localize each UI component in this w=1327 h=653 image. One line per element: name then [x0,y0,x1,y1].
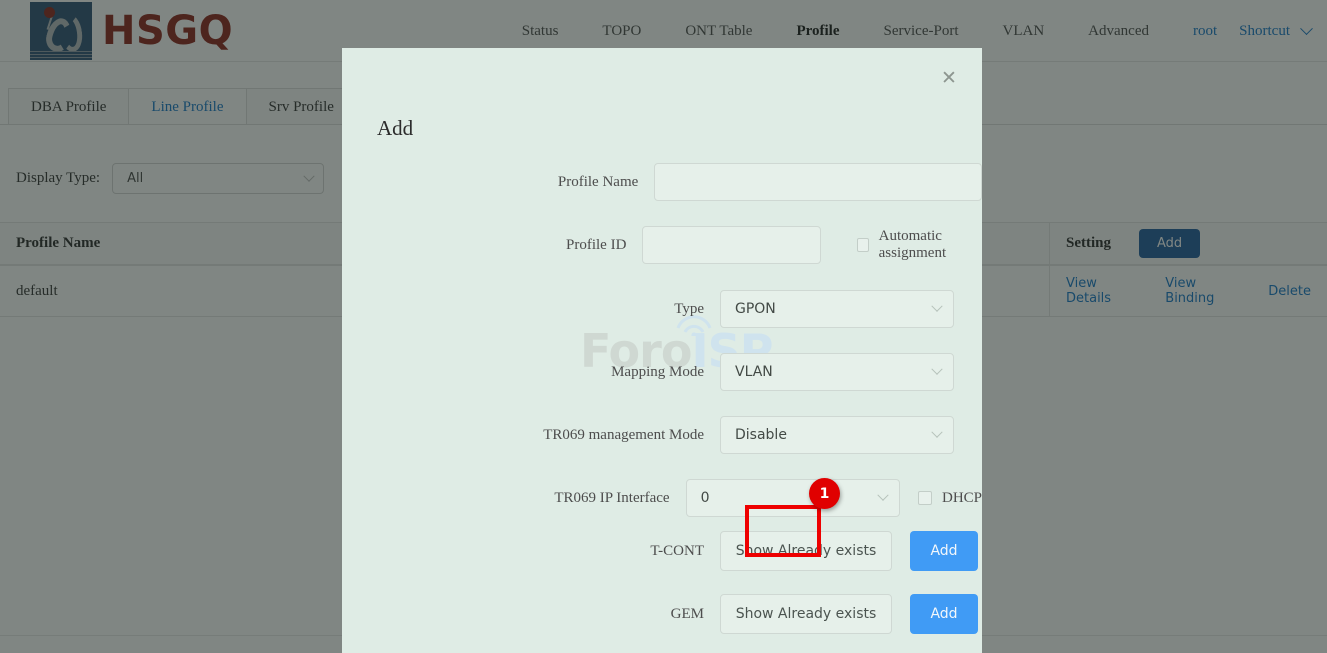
label-tr069-ip-interface: TR069 IP Interface [554,489,670,506]
profile-name-input[interactable] [654,163,982,201]
label-profile-id: Profile ID [566,236,627,253]
label-tcont: T-CONT [650,542,704,559]
label-tr069-management-mode: TR069 management Mode [543,426,704,443]
mapping-mode-value: VLAN [735,364,773,380]
field-row-mapping-mode: Mapping Mode VLAN [342,353,982,391]
label-profile-name: Profile Name [557,173,639,190]
field-row-type: Type GPON [342,290,982,328]
field-row-tr069-ip-interface: TR069 IP Interface 0 DHCP [342,479,982,517]
automatic-assignment-checkbox[interactable]: Automatic assignment [857,228,982,262]
tcont-add-button[interactable]: Add [910,531,978,571]
field-row-tr069-management-mode: TR069 management Mode Disable [342,416,982,454]
gem-show-existing-button[interactable]: Show Already exists [720,594,892,634]
gem-add-button[interactable]: Add [910,594,978,634]
dhcp-checkbox[interactable]: DHCP [917,489,982,507]
mapping-mode-select[interactable]: VLAN [720,353,954,391]
close-icon[interactable]: ✕ [936,65,962,91]
chevron-down-icon [931,300,943,312]
tr069-ip-interface-value: 0 [700,490,710,506]
field-row-profile-name: Profile Name [342,163,982,201]
chevron-down-icon [931,363,943,375]
annotation-step-badge: 1 [809,478,840,509]
tr069-ip-interface-select[interactable]: 0 [685,479,900,517]
label-type: Type [674,300,704,317]
label-automatic-assignment: Automatic assignment [878,228,947,261]
label-dhcp: DHCP [941,489,982,506]
checkbox-box-icon[interactable] [917,491,932,505]
field-row-gem: GEM Show Already exists Add [342,594,982,634]
label-gem: GEM [670,605,704,622]
field-row-profile-id: Profile ID Automatic assignment [342,226,982,264]
checkbox-box-icon[interactable] [857,238,869,252]
tr069-management-mode-value: Disable [735,427,787,443]
chevron-down-icon [877,489,889,501]
tcont-show-existing-button[interactable]: Show Already exists [720,531,892,571]
add-line-profile-dialog: ForoISP Add ✕ Profile Name Profile ID Au… [342,48,982,653]
label-mapping-mode: Mapping Mode [611,363,704,380]
tr069-management-mode-select[interactable]: Disable [720,416,954,454]
type-value: GPON [735,301,776,317]
type-select[interactable]: GPON [720,290,954,328]
profile-id-input[interactable] [642,226,822,264]
dialog-title: Add [377,116,414,140]
field-row-tcont: T-CONT Show Already exists Add [342,531,982,571]
chevron-down-icon [931,426,943,438]
